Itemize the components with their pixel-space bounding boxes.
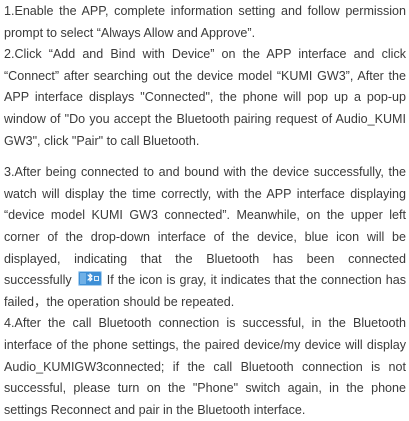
step-3-text: 3.After being connected to and bound wit… <box>4 165 406 288</box>
step-1-text: 1.Enable the APP, complete information s… <box>4 4 406 40</box>
step-4-text: 4.After the call Bluetooth connection is… <box>4 316 406 417</box>
bluetooth-connected-icon <box>77 271 102 287</box>
step-2-text: 2.Click “Add and Bind with Device” on th… <box>4 47 406 148</box>
instruction-document: 1.Enable the APP, complete information s… <box>4 1 406 421</box>
step-3-paragraph: 3.After being connected to and bound wit… <box>4 162 406 313</box>
